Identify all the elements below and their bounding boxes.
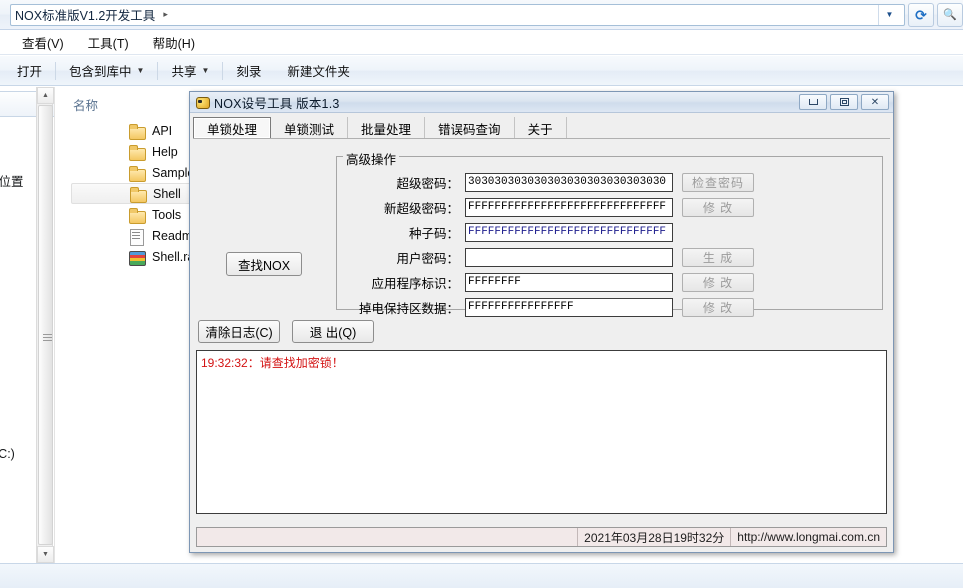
log-output[interactable]: 19:32:32：请查找加密锁！ — [196, 350, 887, 514]
input-seed-code[interactable]: FFFFFFFFFFFFFFFFFFFFFFFFFFFFFF — [465, 223, 673, 242]
tab-single-lock-process[interactable]: 单锁处理 — [193, 117, 272, 139]
tab-single-lock-test[interactable]: 单锁测试 — [271, 117, 349, 139]
nav-text-drive-c[interactable]: (C:) — [0, 447, 15, 461]
menu-bar: 查看(V) 工具(T) 帮助(H) — [0, 31, 963, 55]
advanced-operations-group: 高级操作 超级密码： 30303030303030303030303030303… — [336, 149, 883, 317]
label-super-password: 超级密码： — [396, 177, 459, 191]
dialog-title-bar[interactable]: NOX设号工具 版本1.3 ✕ — [190, 92, 893, 113]
input-user-password[interactable] — [465, 248, 673, 267]
archive-file-icon — [129, 250, 146, 266]
navigation-pane-fragment: 的位置 (C:) ▲ ▼ — [0, 87, 68, 563]
log-line: 19:32:32：请查找加密锁！ — [201, 356, 344, 370]
clear-log-button[interactable]: 清除日志(C) — [198, 320, 280, 343]
column-header-name[interactable]: 名称 — [73, 95, 98, 114]
list-item-label: Shell — [153, 186, 181, 201]
list-item-label: API — [152, 123, 173, 138]
command-open[interactable]: 打开 — [4, 61, 55, 80]
scrollbar-thumb[interactable] — [38, 105, 53, 545]
field-row-power-off-data: 掉电保持区数据： FFFFFFFFFFFFFFFF 修 改 — [337, 298, 754, 317]
maximize-icon — [839, 98, 849, 106]
maximize-button[interactable] — [830, 94, 858, 110]
label-user-password: 用户密码： — [396, 252, 459, 266]
modify-app-id-button[interactable]: 修 改 — [682, 273, 754, 292]
field-row-new-super-password: 新超级密码： FFFFFFFFFFFFFFFFFFFFFFFFFFFFFF 修 … — [337, 198, 754, 217]
check-password-button[interactable]: 检查密码 — [682, 173, 754, 192]
dialog-status-bar: 2021年03月28日19时32分 http://www.longmai.com… — [196, 527, 887, 547]
group-legend: 高级操作 — [343, 149, 400, 168]
scroll-down-arrow-icon[interactable]: ▼ — [37, 546, 54, 563]
field-row-user-password: 用户密码： 生 成 — [337, 248, 754, 267]
address-text: NOX标准版V1.2开发工具 — [15, 9, 156, 23]
input-new-super-password[interactable]: FFFFFFFFFFFFFFFFFFFFFFFFFFFFFF — [465, 198, 673, 217]
tab-batch-process[interactable]: 批量处理 — [348, 117, 426, 139]
folder-icon — [129, 165, 146, 182]
menu-item-tools[interactable]: 工具(T) — [76, 33, 141, 52]
folder-icon — [129, 144, 146, 161]
command-bar: 打开 包含到库中 ▼ 共享 ▼ 刻录 新建文件夹 — [0, 56, 963, 142]
command-burn[interactable]: 刻录 — [223, 61, 274, 80]
close-icon: ✕ — [870, 96, 880, 108]
field-row-super-password: 超级密码： 303030303030303030303030303030 检查密… — [337, 173, 754, 192]
breadcrumb-chevron-icon[interactable]: ▸ — [163, 9, 168, 20]
generate-button[interactable]: 生 成 — [682, 248, 754, 267]
input-app-id[interactable]: FFFFFFFF — [465, 273, 673, 292]
modify-new-super-password-button[interactable]: 修 改 — [682, 198, 754, 217]
menu-item-help[interactable]: 帮助(H) — [141, 33, 207, 52]
folder-icon — [130, 186, 147, 203]
find-nox-button[interactable]: 查找NOX — [226, 252, 302, 276]
app-icon — [195, 95, 210, 109]
modify-power-off-data-button[interactable]: 修 改 — [682, 298, 754, 317]
dialog-body: 查找NOX 高级操作 超级密码： 30303030303030303030303… — [193, 142, 890, 549]
navigation-scrollbar[interactable]: ▲ ▼ — [36, 87, 54, 563]
close-button[interactable]: ✕ — [861, 94, 889, 110]
minimize-button[interactable] — [799, 94, 827, 110]
chevron-down-icon: ▼ — [136, 66, 145, 75]
list-item-label: Tools — [152, 207, 182, 222]
label-new-super-password: 新超级密码： — [383, 202, 459, 216]
menu-item-view[interactable]: 查看(V) — [10, 33, 76, 52]
command-include-label: 包含到库中 — [69, 65, 132, 79]
command-open-label: 打开 — [17, 65, 43, 79]
folder-icon — [129, 207, 146, 224]
address-dropdown-icon[interactable]: ▼ — [878, 4, 900, 25]
address-input[interactable]: NOX标准版V1.2开发工具 ▸ ▼ — [10, 3, 905, 26]
command-new-folder[interactable]: 新建文件夹 — [274, 61, 363, 80]
input-power-off-data[interactable]: FFFFFFFFFFFFFFFF — [465, 298, 673, 317]
field-row-seed-code: 种子码： FFFFFFFFFFFFFFFFFFFFFFFFFFFFFF — [337, 223, 673, 242]
dialog-title: NOX设号工具 版本1.3 — [214, 96, 340, 111]
minimize-icon — [808, 99, 818, 105]
tab-error-code-query[interactable]: 错误码查询 — [425, 117, 515, 139]
search-tool-button[interactable]: 🔍 — [937, 2, 963, 27]
scrollbar-grip-icon — [43, 334, 52, 342]
magnifier-icon: 🔍 — [943, 9, 957, 21]
command-share[interactable]: 共享 ▼ — [158, 61, 222, 80]
label-seed-code: 种子码： — [408, 227, 459, 241]
window-controls: ✕ — [799, 94, 893, 110]
tab-strip: 单锁处理 单锁测试 批量处理 错误码查询 关于 — [190, 113, 893, 139]
field-row-app-id: 应用程序标识： FFFFFFFF 修 改 — [337, 273, 754, 292]
chevron-down-icon: ▼ — [201, 66, 210, 75]
command-include-in-library[interactable]: 包含到库中 ▼ — [56, 61, 157, 80]
explorer-status-strip — [0, 563, 963, 588]
refresh-button[interactable]: ⟳ — [908, 2, 934, 27]
list-item-label: Help — [152, 144, 178, 159]
nox-tool-dialog: NOX设号工具 版本1.3 ✕ 单锁处理 单锁测试 批量处理 错误码查询 关于 … — [189, 91, 894, 553]
tab-about[interactable]: 关于 — [514, 117, 567, 139]
input-super-password[interactable]: 303030303030303030303030303030 — [465, 173, 673, 192]
refresh-icon: ⟳ — [915, 6, 927, 23]
label-app-id: 应用程序标识： — [371, 277, 459, 291]
command-new-folder-label: 新建文件夹 — [287, 65, 350, 79]
status-datetime: 2021年03月28日19时32分 — [577, 528, 730, 546]
label-power-off-data: 掉电保持区数据： — [358, 302, 459, 316]
folder-icon — [129, 123, 146, 140]
command-burn-label: 刻录 — [236, 65, 262, 79]
status-url[interactable]: http://www.longmai.com.cn — [730, 528, 886, 546]
address-bar: NOX标准版V1.2开发工具 ▸ ▼ ⟳ 🔍 — [0, 0, 963, 30]
command-share-label: 共享 — [171, 65, 197, 79]
nav-text-location[interactable]: 的位置 — [0, 171, 24, 190]
exit-button[interactable]: 退 出(Q) — [292, 320, 374, 343]
scroll-up-arrow-icon[interactable]: ▲ — [37, 87, 54, 104]
text-file-icon — [129, 228, 145, 246]
